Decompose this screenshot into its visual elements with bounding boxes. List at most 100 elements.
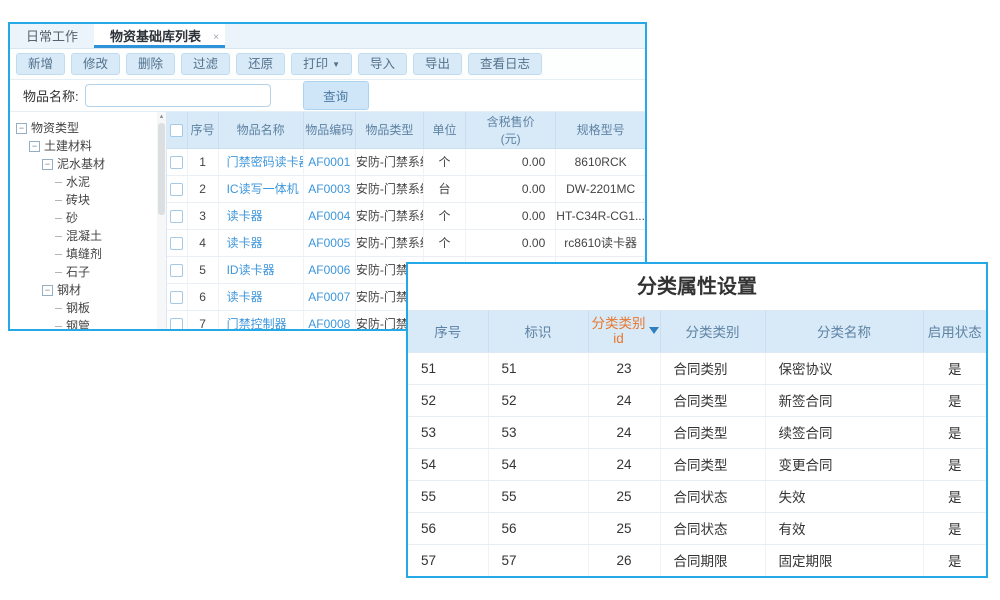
tree-node-label[interactable]: 泥水基材	[57, 155, 105, 173]
item-name-link[interactable]: 读卡器	[227, 236, 263, 250]
filter-button[interactable]: 过滤	[181, 53, 230, 76]
tab-material-base-list[interactable]: 物资基础库列表 ×	[94, 24, 225, 48]
tree-node[interactable]: −钢材	[10, 281, 166, 299]
collapse-icon[interactable]: −	[16, 123, 27, 134]
table-row[interactable]: 545424合同类型变更合同是	[408, 448, 986, 480]
table-row[interactable]: 2IC读写一体机AF0003安防-门禁系统台0.00DW-2201MC	[167, 175, 645, 202]
column-header-no[interactable]: 序号	[408, 310, 488, 352]
tree-node[interactable]: 混凝土	[10, 227, 166, 245]
tree-node-label[interactable]: 水泥	[66, 173, 90, 191]
tree-node-label[interactable]: 土建材料	[44, 137, 92, 155]
view-log-button[interactable]: 查看日志	[468, 53, 542, 76]
cell-tag: 51	[488, 352, 588, 384]
item-code-link[interactable]: AF0007	[308, 290, 350, 304]
table-row[interactable]: 1门禁密码读卡器AF0001安防-门禁系统个0.008610RCK	[167, 148, 645, 175]
item-name-link[interactable]: ID读卡器	[227, 263, 275, 277]
column-header[interactable]: 物品编码	[303, 112, 355, 148]
tree-node[interactable]: 钢管	[10, 317, 166, 329]
tree-node-label[interactable]: 混凝土	[66, 227, 102, 245]
restore-button[interactable]: 还原	[236, 53, 285, 76]
item-code-link[interactable]: AF0005	[308, 236, 350, 250]
export-button[interactable]: 导出	[413, 53, 462, 76]
tree-node-label[interactable]: 砖块	[66, 191, 90, 209]
tab-daily-work[interactable]: 日常工作	[10, 24, 94, 48]
tree-scrollbar[interactable]: ▲	[157, 112, 166, 329]
tree-node-label[interactable]: 物资类型	[31, 119, 79, 137]
row-checkbox[interactable]	[170, 291, 183, 304]
sort-desc-icon[interactable]	[649, 327, 659, 334]
row-checkbox[interactable]	[170, 237, 183, 250]
tree-connector-line	[55, 308, 62, 309]
item-name-link[interactable]: 门禁控制器	[227, 317, 287, 329]
column-header[interactable]: 单位	[424, 112, 466, 148]
row-checkbox[interactable]	[170, 183, 183, 196]
column-header-tag[interactable]: 标识	[488, 310, 588, 352]
item-name-input[interactable]	[85, 84, 271, 107]
tree-node-label[interactable]: 钢材	[57, 281, 81, 299]
column-header-enabled[interactable]: 启用状态	[923, 310, 986, 352]
row-checkbox[interactable]	[170, 210, 183, 223]
tree-node[interactable]: 砂	[10, 209, 166, 227]
delete-button[interactable]: 删除	[126, 53, 175, 76]
collapse-icon[interactable]: −	[42, 285, 53, 296]
tree-node[interactable]: 钢板	[10, 299, 166, 317]
modify-button[interactable]: 修改	[71, 53, 120, 76]
print-button[interactable]: 打印▼	[291, 53, 352, 76]
row-checkbox[interactable]	[170, 318, 183, 329]
column-header[interactable]: 物品名称	[218, 112, 303, 148]
tree-node[interactable]: 石子	[10, 263, 166, 281]
item-code-link[interactable]: AF0003	[308, 182, 350, 196]
table-row[interactable]: 4读卡器AF0005安防-门禁系统个0.00rc8610读卡器	[167, 229, 645, 256]
cell-category-id: 24	[588, 448, 660, 480]
table-row[interactable]: 3读卡器AF0004安防-门禁系统个0.00HT-C34R-CG1...	[167, 202, 645, 229]
column-header[interactable]: 物品类型	[355, 112, 423, 148]
tree-node[interactable]: 填缝剂	[10, 245, 166, 263]
tree-node-label[interactable]: 钢板	[66, 299, 90, 317]
tree-node-label[interactable]: 钢管	[66, 317, 90, 329]
column-header[interactable]: 规格型号	[556, 112, 645, 148]
tree-node[interactable]: −土建材料	[10, 137, 166, 155]
column-header-category[interactable]: 分类类别	[660, 310, 765, 352]
tree-node-label[interactable]: 石子	[66, 263, 90, 281]
cell-no: 5	[187, 256, 218, 283]
item-code-link[interactable]: AF0008	[308, 317, 350, 330]
row-checkbox[interactable]	[170, 264, 183, 277]
close-icon[interactable]: ×	[213, 25, 219, 50]
item-code-link[interactable]: AF0004	[308, 209, 350, 223]
scroll-up-icon[interactable]: ▲	[157, 112, 166, 122]
tree-node-label[interactable]: 填缝剂	[66, 245, 102, 263]
tree-node[interactable]: 水泥	[10, 173, 166, 191]
tree-node[interactable]: −泥水基材	[10, 155, 166, 173]
tree-node[interactable]: 砖块	[10, 191, 166, 209]
table-row[interactable]: 525224合同类型新签合同是	[408, 384, 986, 416]
scrollbar-thumb[interactable]	[158, 123, 165, 215]
row-checkbox[interactable]	[170, 156, 183, 169]
query-button[interactable]: 查询	[303, 81, 369, 110]
item-code-link[interactable]: AF0001	[308, 155, 350, 169]
table-row[interactable]: 575726合同期限固定期限是	[408, 544, 986, 576]
table-row[interactable]: 515123合同类别保密协议是	[408, 352, 986, 384]
item-name-link[interactable]: 门禁密码读卡器	[227, 155, 304, 169]
column-header-category-id[interactable]: 分类类别id	[588, 310, 660, 352]
cell-category-name: 续签合同	[765, 416, 923, 448]
import-button[interactable]: 导入	[358, 53, 407, 76]
column-header[interactable]: 序号	[187, 112, 218, 148]
add-button[interactable]: 新增	[16, 53, 65, 76]
table-row[interactable]: 535324合同类型续签合同是	[408, 416, 986, 448]
select-all-checkbox[interactable]	[170, 124, 183, 137]
collapse-icon[interactable]: −	[29, 141, 40, 152]
column-header-category-name[interactable]: 分类名称	[765, 310, 923, 352]
item-code-link[interactable]: AF0006	[308, 263, 350, 277]
collapse-icon[interactable]: −	[42, 159, 53, 170]
item-name-link[interactable]: IC读写一体机	[227, 182, 299, 196]
search-row: 物品名称: 查询	[10, 80, 645, 112]
tree-node[interactable]: −物资类型	[10, 119, 166, 137]
cell-category-name: 变更合同	[765, 448, 923, 480]
table-row[interactable]: 565625合同状态有效是	[408, 512, 986, 544]
item-name-link[interactable]: 读卡器	[227, 209, 263, 223]
table-row[interactable]: 555525合同状态失效是	[408, 480, 986, 512]
tree-node-label[interactable]: 砂	[66, 209, 78, 227]
item-name-link[interactable]: 读卡器	[227, 290, 263, 304]
tree-connector-line	[55, 326, 62, 327]
column-header[interactable]: 含税售价(元)	[466, 112, 556, 148]
